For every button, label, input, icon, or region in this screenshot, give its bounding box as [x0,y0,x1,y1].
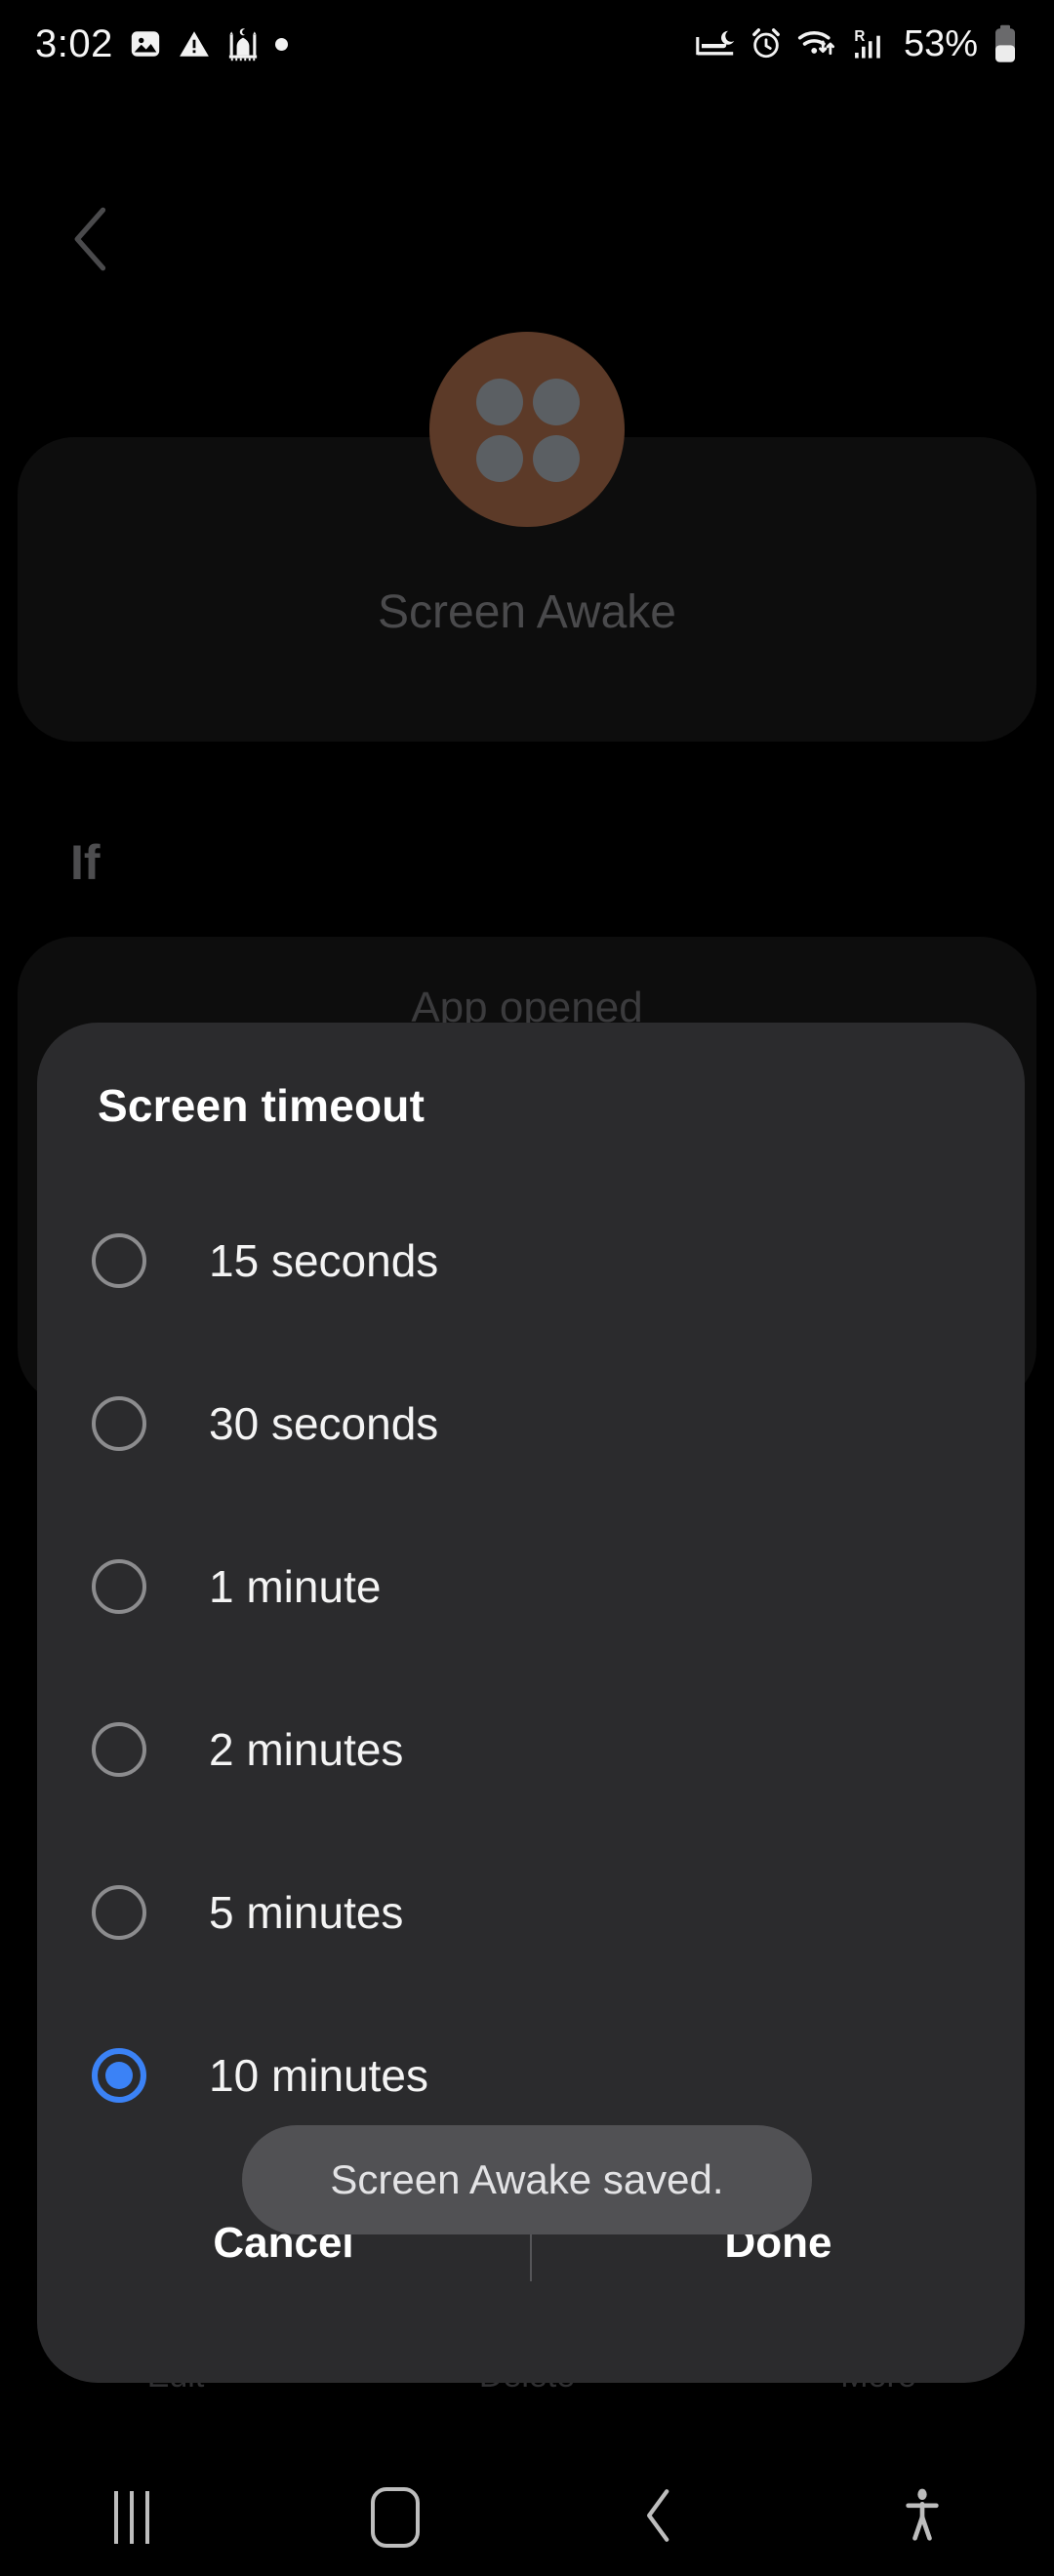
app-icon-dot [476,379,523,425]
option-label: 2 minutes [209,1723,404,1775]
system-navigation-bar [0,2459,1054,2576]
accessibility-button[interactable] [790,2487,1054,2549]
accessibility-icon [903,2487,942,2549]
app-icon-dot [533,435,580,482]
screen-awake-app-icon [429,332,625,527]
recents-button[interactable] [0,2491,264,2544]
toast-notification: Screen Awake saved. [242,2125,812,2234]
app-icon-dot [533,379,580,425]
radio-selected-icon[interactable] [92,2047,146,2103]
option-1-minute[interactable]: 1 minute [37,1505,1025,1668]
home-icon [371,2487,420,2548]
option-label: 5 minutes [209,1886,404,1938]
section-label-if: If [70,835,101,890]
radio-icon[interactable] [92,1884,146,1940]
option-label: 30 seconds [209,1397,439,1449]
home-button[interactable] [264,2487,527,2548]
app-icon-dot [476,435,523,482]
option-label: 10 minutes [209,2049,429,2101]
system-back-button[interactable] [527,2488,790,2548]
recents-icon [114,2491,149,2544]
option-15-seconds[interactable]: 15 seconds [37,1179,1025,1342]
option-5-minutes[interactable]: 5 minutes [37,1831,1025,1993]
dialog-title: Screen timeout [98,1080,426,1131]
timeout-option-list: 15 seconds 30 seconds 1 minute 2 minutes… [37,1179,1025,2156]
option-2-minutes[interactable]: 2 minutes [37,1668,1025,1831]
option-label: 1 minute [209,1560,382,1612]
option-30-seconds[interactable]: 30 seconds [37,1342,1025,1505]
radio-icon[interactable] [92,1232,146,1288]
option-label: 15 seconds [209,1234,439,1286]
radio-icon[interactable] [92,1395,146,1451]
page-title: Screen Awake [378,586,676,638]
radio-icon[interactable] [92,1721,146,1777]
radio-icon[interactable] [92,1558,146,1614]
phone-screen: 3:02 R 53% Screen Awake If App opened Sc… [0,0,1054,2576]
toast-message: Screen Awake saved. [330,2156,724,2202]
system-back-icon [642,2488,675,2548]
